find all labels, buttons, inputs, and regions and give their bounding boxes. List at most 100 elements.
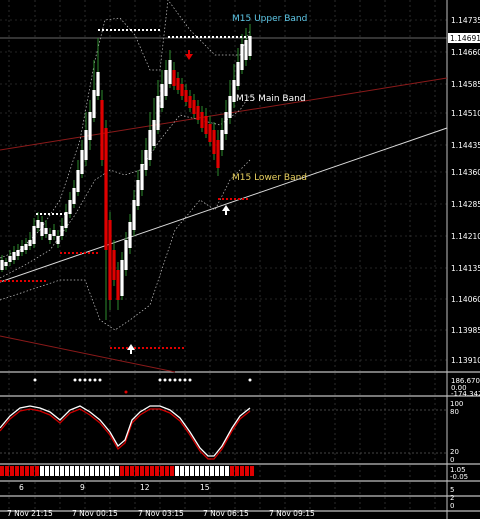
hour-label: 6 <box>19 483 24 492</box>
hour-label: 9 <box>80 483 85 492</box>
level-dot <box>236 36 238 38</box>
candle-body <box>88 112 92 140</box>
signal-bar <box>215 466 219 476</box>
level-dot <box>226 198 228 200</box>
level-dot <box>138 347 140 349</box>
time-label: 7 Nov 21:15 <box>7 509 53 518</box>
signal-bar <box>155 466 159 476</box>
candle-body <box>124 240 128 270</box>
candle-body <box>40 222 44 236</box>
stoch-signal-line <box>0 408 251 460</box>
current-price-label: 1.14691 <box>450 34 480 43</box>
price-label: 1.13910 <box>451 356 480 365</box>
level-dot <box>36 213 38 215</box>
candle-body <box>20 246 24 252</box>
level-dot <box>188 36 190 38</box>
candle-bearish <box>116 262 120 310</box>
oscillator-dot <box>248 378 252 382</box>
stoch-label-0: 0 <box>450 456 454 464</box>
price-chart[interactable]: 1.14735 1.14660 1.14585 1.14510 1.14435 1.143… <box>0 0 480 519</box>
level-dot <box>88 252 90 254</box>
candle-bullish <box>160 70 164 112</box>
level-dot <box>224 36 226 38</box>
level-dot <box>106 29 108 31</box>
candle-bullish <box>96 38 100 100</box>
oscillator-dot-red <box>124 390 128 394</box>
signal-bar <box>175 466 179 476</box>
oscillator-dot <box>158 378 162 382</box>
candle-bearish <box>100 90 104 166</box>
candle-body <box>56 236 60 244</box>
price-label: 1.14435 <box>451 141 480 150</box>
support-dots-4 <box>218 198 248 200</box>
stoch-label-20: 20 <box>450 448 459 456</box>
candle-body <box>84 130 88 160</box>
candle-body <box>176 78 180 90</box>
level-dot <box>182 347 184 349</box>
level-dot <box>220 36 222 38</box>
candle-body <box>76 170 80 192</box>
price-label: 1.14060 <box>451 295 480 304</box>
signal-bar <box>40 466 44 476</box>
level-dot <box>32 280 34 282</box>
candle-body <box>24 244 28 250</box>
candle-body <box>192 100 196 114</box>
level-dot <box>110 347 112 349</box>
price-label: 1.14285 <box>451 200 480 209</box>
level-dot <box>176 36 178 38</box>
candle-bullish <box>224 100 228 140</box>
arrow-head <box>127 344 135 350</box>
signal-bar <box>185 466 189 476</box>
candle-body <box>164 70 168 96</box>
band-label-upper: M15 Upper Band <box>232 14 308 24</box>
candle-bullish <box>152 98 156 150</box>
arrow-shaft <box>225 211 227 215</box>
candle-body <box>228 96 232 118</box>
signal-bar <box>250 466 254 476</box>
support-dots-3 <box>110 347 184 349</box>
level-dot <box>114 347 116 349</box>
arrow-shaft <box>188 50 190 54</box>
bar-label-bottom: -0.05 <box>450 473 468 481</box>
signal-bar <box>15 466 19 476</box>
price-label: 1.14510 <box>451 109 480 118</box>
signal-bar <box>10 466 14 476</box>
candle-body <box>4 262 8 266</box>
signal-bar <box>0 466 4 476</box>
level-dot <box>24 280 26 282</box>
candle-bullish <box>88 100 92 150</box>
candle-bullish <box>48 228 52 244</box>
candle-bearish <box>196 100 200 124</box>
candle-bullish <box>244 28 248 66</box>
candle-bearish <box>212 122 216 160</box>
candle-body <box>48 234 52 240</box>
support-dots-1 <box>0 280 46 282</box>
candle-body <box>44 228 48 234</box>
level-dot <box>232 36 234 38</box>
level-dot <box>234 198 236 200</box>
candle-bullish <box>156 80 160 134</box>
candle-bearish <box>108 212 112 310</box>
level-dot <box>178 347 180 349</box>
signal-bar <box>195 466 199 476</box>
level-dot <box>52 213 54 215</box>
level-dot <box>76 252 78 254</box>
signal-bar <box>140 466 144 476</box>
candle-body <box>120 260 124 296</box>
level-dot <box>146 347 148 349</box>
candle-body <box>96 72 100 96</box>
candle-body <box>188 96 192 108</box>
price-label: 1.14210 <box>451 232 480 241</box>
candle-bearish <box>184 84 188 106</box>
candle-body <box>104 128 108 250</box>
signal-bar <box>45 466 49 476</box>
level-dot <box>134 347 136 349</box>
arrow-shaft <box>130 350 132 354</box>
candle-bullish <box>76 160 80 196</box>
candle-bullish <box>44 220 48 238</box>
candle-body <box>0 260 4 270</box>
candle-bullish <box>16 244 20 260</box>
level-dot <box>60 252 62 254</box>
arrow-head <box>222 205 230 211</box>
candle-bullish <box>64 204 68 232</box>
